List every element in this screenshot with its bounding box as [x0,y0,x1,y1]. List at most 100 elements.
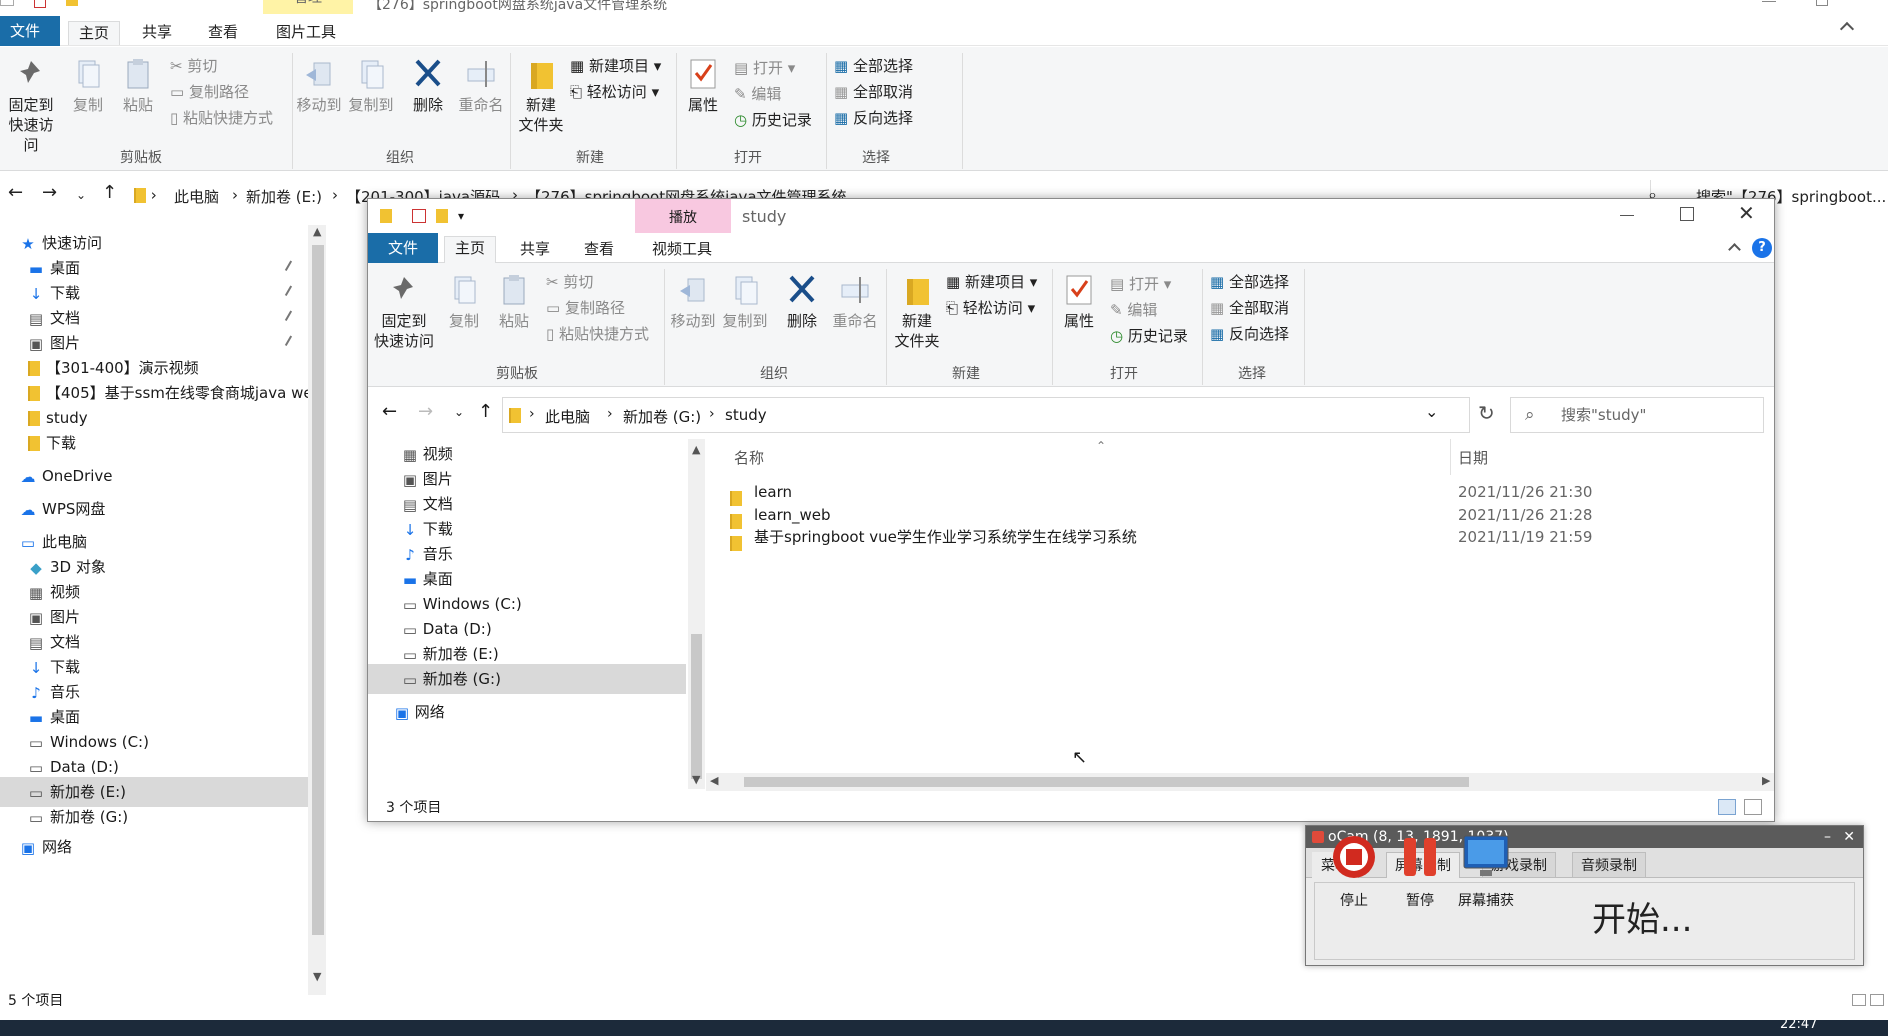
delete-button[interactable]: 删除 [782,273,822,331]
ocam-minimize-button[interactable]: – [1824,826,1831,848]
scroll-down-icon[interactable]: ▼ [313,970,321,983]
scroll-up-icon[interactable]: ▲ [692,443,700,456]
sidebar-item[interactable]: ▭ 新加卷 (G:) [0,802,310,832]
address-dropdown-icon[interactable]: ⌄ [1425,402,1438,421]
column-header-date[interactable]: 日期 [1458,447,1488,468]
ocam-screen-capture-button[interactable]: 屏幕捕获 [1456,835,1516,910]
folder-qat-icon[interactable] [66,0,78,6]
horizontal-scroll-thumb[interactable] [744,777,1469,787]
select-all-button[interactable]: ▦ 全部选择 [834,55,913,76]
move-to-button[interactable]: 移动到 [668,273,718,331]
help-icon[interactable]: ? [1752,238,1772,258]
address-bar[interactable]: › 此电脑 › 新加卷 (G:) › study ⌄ [502,397,1470,433]
rename-button[interactable]: 重命名 [830,273,880,331]
properties-button[interactable]: 属性 [1058,273,1100,331]
tab-share[interactable]: 共享 [132,21,182,45]
new-item-button[interactable]: ▦ 新建项目 ▾ [946,271,1037,292]
breadcrumb-study[interactable]: study [725,406,767,424]
details-view-icon[interactable] [1852,994,1866,1006]
edit-button[interactable]: ✎ 编辑 [1110,299,1157,320]
copy-path-button[interactable]: ▭ 复制路径 [546,297,625,318]
new-item-button[interactable]: ▦ 新建项目 ▾ [570,55,661,76]
select-all-button[interactable]: ▦ 全部选择 [1210,271,1289,292]
tree-scroll-thumb[interactable] [691,634,702,779]
tab-view[interactable]: 查看 [198,21,248,45]
maximize-button[interactable] [1680,207,1694,221]
bg-maximize-button[interactable] [1816,0,1828,6]
select-none-button[interactable]: ▦ 全部取消 [1210,297,1289,318]
ocam-tab-audio-record[interactable]: 音频录制 [1572,852,1646,878]
easy-access-button[interactable]: ⎗ 轻松访问 ▾ [570,81,659,102]
invert-selection-button[interactable]: ▦ 反向选择 [834,107,913,128]
easy-access-button[interactable]: ⎗ 轻松访问 ▾ [946,297,1035,318]
tree-item[interactable]: ▭ 新加卷 (G:) [368,664,686,694]
back-arrow-icon[interactable]: ← [8,182,23,203]
tree-item[interactable]: ▣ 网络 [368,697,686,727]
tab-file[interactable]: 文件 [368,233,438,263]
new-folder-button[interactable]: 新建 文件夹 [892,273,942,351]
scroll-up-icon[interactable]: ▲ [313,225,321,238]
file-row[interactable]: 基于springboot vue学生作业学习系统学生在线学习系统 2021/11/… [706,524,1774,551]
tab-picture-tools[interactable]: 图片工具 [266,21,346,45]
copy-path-button[interactable]: ▭ 复制路径 [170,81,249,102]
scroll-left-icon[interactable]: ◀ [710,774,718,787]
paste-shortcut-button[interactable]: ▯ 粘贴快捷方式 [170,107,273,128]
breadcrumb-drive-e[interactable]: 新加卷 (E:) [246,186,322,207]
pin-quick-access-button[interactable]: 固定到 快速访问 [4,57,58,155]
back-arrow-icon[interactable]: ← [382,401,397,422]
tab-share[interactable]: 共享 [510,238,560,262]
copy-to-button[interactable]: 复制到 [720,273,770,331]
paste-button[interactable]: 粘贴 [118,57,158,115]
sidebar-item[interactable]: 下载 [0,428,310,458]
select-none-button[interactable]: ▦ 全部取消 [834,81,913,102]
recent-dropdown-icon[interactable]: ⌄ [76,188,86,202]
paste-shortcut-button[interactable]: ▯ 粘贴快捷方式 [546,323,649,344]
collapse-ribbon-icon[interactable] [1728,243,1741,256]
sidebar-item[interactable]: ▣ 网络 [0,832,310,862]
properties-qat-icon[interactable] [412,209,426,223]
manage-context-tab[interactable]: 管理 [263,0,353,14]
scroll-down-icon[interactable]: ▼ [692,773,700,786]
column-divider[interactable] [1450,439,1451,475]
system-clock[interactable]: 22:47 [1780,1018,1817,1031]
breadcrumb-this-pc[interactable]: 此电脑 [545,406,590,427]
history-button[interactable]: ◷ 历史记录 [1110,325,1188,346]
history-button[interactable]: ◷ 历史记录 [734,109,812,130]
tab-video-tools[interactable]: 视频工具 [642,238,722,262]
new-folder-button[interactable]: 新建 文件夹 [516,57,566,135]
forward-arrow-icon[interactable]: → [418,401,433,422]
refresh-icon[interactable]: ↻ [1478,401,1495,425]
sidebar-item[interactable]: ☁ WPS网盘 [0,494,310,524]
breadcrumb-drive-g[interactable]: 新加卷 (G:) [623,406,701,427]
cut-button[interactable]: ✂ 剪切 [170,55,217,76]
close-button[interactable]: ✕ [1738,201,1755,225]
ocam-close-button[interactable]: ✕ [1843,826,1855,848]
tab-file[interactable]: 文件 [0,16,60,46]
up-arrow-icon[interactable]: ↑ [102,182,117,203]
search-input[interactable]: ⌕ 搜索"study" [1510,397,1764,433]
properties-button[interactable]: 属性 [682,57,724,115]
details-view-icon[interactable] [1718,799,1736,815]
tab-view[interactable]: 查看 [574,238,624,262]
open-button[interactable]: ▤ 打开 ▾ [734,57,795,78]
paste-button[interactable]: 粘贴 [494,273,534,331]
large-icons-view-icon[interactable] [1744,799,1762,815]
forward-arrow-icon[interactable]: → [42,182,57,203]
column-header-name[interactable]: 名称 [734,447,764,468]
tab-home[interactable]: 主页 [444,236,497,263]
copy-to-button[interactable]: 复制到 [346,57,396,115]
ocam-pause-button[interactable]: 暂停 [1390,838,1450,910]
breadcrumb-this-pc[interactable]: 此电脑 [174,186,219,207]
collapse-ribbon-icon[interactable] [1839,21,1855,37]
copy-button[interactable]: 复制 [68,57,108,115]
cut-button[interactable]: ✂ 剪切 [546,271,593,292]
delete-button[interactable]: 删除 [408,57,448,115]
pin-quick-access-button[interactable]: 固定到 快速访问 [372,273,436,351]
bg-minimize-button[interactable] [1762,0,1776,2]
sidebar-item[interactable]: ☁ OneDrive [0,461,310,491]
qat-dropdown-icon[interactable]: ▾ [458,209,464,223]
tab-home[interactable]: 主页 [68,21,121,45]
recent-dropdown-icon[interactable]: ⌄ [454,405,464,419]
rename-button[interactable]: 重命名 [456,57,506,115]
open-button[interactable]: ▤ 打开 ▾ [1110,273,1171,294]
